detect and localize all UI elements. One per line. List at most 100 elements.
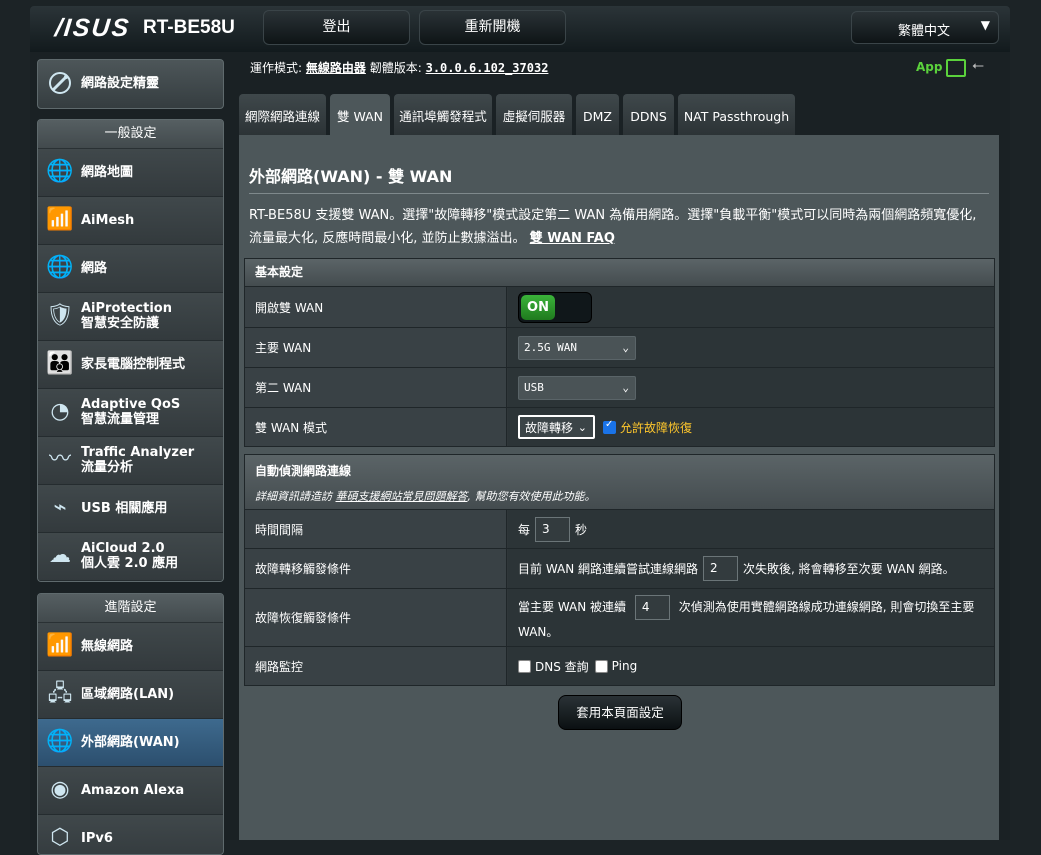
interval-input[interactable]: 3 xyxy=(535,516,571,542)
dual-wan-mode-label: 雙 WAN 模式 xyxy=(245,408,507,446)
dual-wan-mode-cell: 故障轉移 ⌄ 允許故障恢復 xyxy=(508,408,994,446)
dual-wan-mode-select[interactable]: 故障轉移 ⌄ xyxy=(518,415,595,439)
table-row: 第二 WAN USB ⌄ xyxy=(245,368,994,408)
basic-settings-heading: 基本設定 xyxy=(245,259,994,287)
failover-trigger-label: 故障轉移觸發條件 xyxy=(245,549,507,588)
sidebar-item-usb[interactable]: ⌁ USB 相關應用 xyxy=(38,485,223,533)
ping-checkbox[interactable] xyxy=(594,659,608,673)
family-icon: 👪 xyxy=(46,351,74,376)
cloud-icon: ☁ xyxy=(49,543,71,568)
sidebar-item-alexa[interactable]: ◉ Amazon Alexa xyxy=(38,767,223,815)
subtitle-pre: 詳細資訊請造訪 xyxy=(255,490,336,503)
advanced-settings-heading: 進階設定 xyxy=(38,594,223,623)
subtitle-post: , 幫助您有效使用此功能。 xyxy=(467,490,596,503)
sidebar-item-globe[interactable]: 🌐 網路 xyxy=(38,245,223,293)
sidebar-item-label: 外部網路(WAN) xyxy=(81,735,180,750)
apply-button[interactable]: 套用本頁面設定 xyxy=(558,695,682,730)
sidebar-item-family[interactable]: 👪 家長電腦控制程式 xyxy=(38,341,223,389)
tab-dmz[interactable]: DMZ xyxy=(576,94,619,135)
app-label[interactable]: App xyxy=(916,60,942,74)
sidebar-item-label: USB 相關應用 xyxy=(81,501,168,516)
usb-icon[interactable]: ⭠ xyxy=(972,56,984,74)
dual-wan-toggle[interactable]: ON xyxy=(518,291,592,323)
speedometer-icon: ◔ xyxy=(50,399,70,424)
sidebar-item-label: 區域網路(LAN) xyxy=(81,687,175,702)
table-row: 故障轉移觸發條件 目前 WAN 網路連續嘗試連線網路 2 次失敗後, 將會轉移至… xyxy=(245,549,994,589)
table-row: 主要 WAN 2.5G WAN ⌄ xyxy=(245,328,994,368)
tab-internet[interactable]: 網際網路連線 xyxy=(239,94,326,135)
failover-trigger-cell: 目前 WAN 網路連續嘗試連線網路 2 次失敗後, 將會轉移至次要 WAN 網路… xyxy=(508,549,994,588)
reboot-button[interactable]: 重新開機 xyxy=(419,10,566,45)
failover-count-input[interactable]: 2 xyxy=(703,556,739,581)
sidebar-item-label: Adaptive QoS 智慧流量管理 xyxy=(81,397,181,427)
table-row: 故障恢復觸發條件 當主要 WAN 被連續 4 次偵測為使用實體網路線成功連線網路… xyxy=(245,589,994,647)
sidebar-item-wireless[interactable]: 📶 無線網路 xyxy=(38,623,223,671)
sidebar-item-label: 無線網路 xyxy=(81,639,134,654)
status-line: 運作模式: 無線路由器 韌體版本: 3.0.0.6.102_37032 xyxy=(250,59,548,76)
dns-query-label: DNS 查詢 xyxy=(535,659,589,674)
quick-setup-wizard[interactable]: 網路設定精靈 xyxy=(37,59,224,109)
sidebar-item-wan[interactable]: 🌐 外部網路(WAN) xyxy=(38,719,223,767)
ping-label: Ping xyxy=(611,659,638,673)
table-row: 網路監控 DNS 查詢 Ping xyxy=(245,647,994,685)
auto-detect-table: 自動偵測網路連線 詳細資訊請造訪 華碩支援網站常見問題解答, 幫助您有效使用此功… xyxy=(244,454,995,686)
sidebar-item-cloud[interactable]: ☁ AiCloud 2.0 個人雲 2.0 應用 xyxy=(38,533,223,581)
tab-nat-passthrough[interactable]: NAT Passthrough xyxy=(678,94,795,135)
table-row: 時間間隔 每 3 秒 xyxy=(245,510,994,549)
lan-icon: 🖧 xyxy=(47,681,73,706)
enable-dual-wan-label: 開啟雙 WAN xyxy=(245,287,507,327)
asus-logo[interactable]: /ISUS xyxy=(53,14,132,43)
firmware-version-link[interactable]: 3.0.0.6.102_37032 xyxy=(426,61,549,75)
wireless-icon: 📶 xyxy=(46,633,74,658)
sidebar-item-shield[interactable]: 🛡 AiProtection 智慧安全防護 xyxy=(38,293,223,341)
sidebar-item-label: 家長電腦控制程式 xyxy=(81,357,186,372)
sidebar-item-label: Traffic Analyzer 流量分析 xyxy=(81,445,195,475)
advanced-settings-section: 進階設定 📶 無線網路 🖧 區域網路(LAN) 🌐 外部網路(WAN) ◉ Amazon Al… xyxy=(37,593,224,855)
auto-detect-heading: 自動偵測網路連線 xyxy=(255,464,352,478)
sidebar-item-lan[interactable]: 🖧 區域網路(LAN) xyxy=(38,671,223,719)
failback-checkbox[interactable] xyxy=(603,419,616,434)
primary-wan-label: 主要 WAN xyxy=(245,328,507,367)
language-value: 繁體中文 xyxy=(898,24,951,39)
table-row: 開啟雙 WAN ON xyxy=(245,287,994,328)
model-name: RT-BE58U xyxy=(143,17,235,38)
secondary-wan-cell: USB ⌄ xyxy=(508,368,994,407)
mode-label: 運作模式: xyxy=(250,61,303,75)
failback-label: 允許故障恢復 xyxy=(620,420,693,435)
primary-wan-select[interactable]: 2.5G WAN ⌄ xyxy=(518,335,636,360)
failback-post: 次偵測為使用實體網路線成功連線網路, 則會切換至主要 xyxy=(678,600,975,614)
secondary-wan-select[interactable]: USB ⌄ xyxy=(518,375,636,400)
app-icon[interactable] xyxy=(946,59,966,77)
sidebar-item-aimesh[interactable]: 📶 AiMesh xyxy=(38,197,223,245)
general-settings-section: 一般設定 🌐 網路地圖 📶 AiMesh 🌐 網路 🛡 AiProtection 智慧安全防護 👪… xyxy=(37,119,224,582)
failover-post: 次失敗後, 將會轉移至次要 WAN 網路。 xyxy=(743,562,955,576)
table-row: 雙 WAN 模式 故障轉移 ⌄ 允許故障恢復 xyxy=(245,408,994,446)
language-select[interactable]: 繁體中文 ▼ xyxy=(851,11,999,44)
sidebar-item-ipv6[interactable]: ⬡ IPv6 xyxy=(38,815,223,854)
sidebar-item-analyzer[interactable]: 〰 Traffic Analyzer 流量分析 xyxy=(38,437,223,485)
auto-detect-header: 自動偵測網路連線 詳細資訊請造訪 華碩支援網站常見問題解答, 幫助您有效使用此功… xyxy=(245,455,994,510)
secondary-wan-value: USB xyxy=(524,380,544,394)
wan-icon: 🌐 xyxy=(46,729,74,754)
failback-count-input[interactable]: 4 xyxy=(634,595,670,620)
sidebar-item-globe-map[interactable]: 🌐 網路地圖 xyxy=(38,149,223,197)
support-faq-link[interactable]: 華碩支援網站常見問題解答 xyxy=(336,490,468,503)
tab-ddns[interactable]: DDNS xyxy=(623,94,674,135)
analyzer-icon: 〰 xyxy=(48,447,71,472)
failback-trigger-label: 故障恢復觸發條件 xyxy=(245,589,507,646)
alexa-icon: ◉ xyxy=(50,777,70,802)
dns-query-checkbox[interactable] xyxy=(518,659,531,673)
operation-mode-link[interactable]: 無線路由器 xyxy=(306,61,366,75)
network-monitor-cell: DNS 查詢 Ping xyxy=(508,647,994,685)
sidebar-item-speedometer[interactable]: ◔ Adaptive QoS 智慧流量管理 xyxy=(38,389,223,437)
tab-port-trigger[interactable]: 通訊埠觸發程式 xyxy=(394,94,492,135)
interval-post: 秒 xyxy=(575,522,588,537)
logout-button[interactable]: 登出 xyxy=(263,10,410,45)
tab-virtual-server[interactable]: 虛擬伺服器 xyxy=(496,94,572,135)
faq-link[interactable]: 雙 WAN FAQ xyxy=(530,231,615,246)
tab-dual-wan[interactable]: 雙 WAN xyxy=(330,94,390,135)
sidebar-item-label: AiMesh xyxy=(81,213,135,228)
failback-pre: 當主要 WAN 被連續 xyxy=(518,600,627,614)
network-monitor-label: 網路監控 xyxy=(245,647,507,685)
interval-pre: 每 xyxy=(518,522,531,537)
